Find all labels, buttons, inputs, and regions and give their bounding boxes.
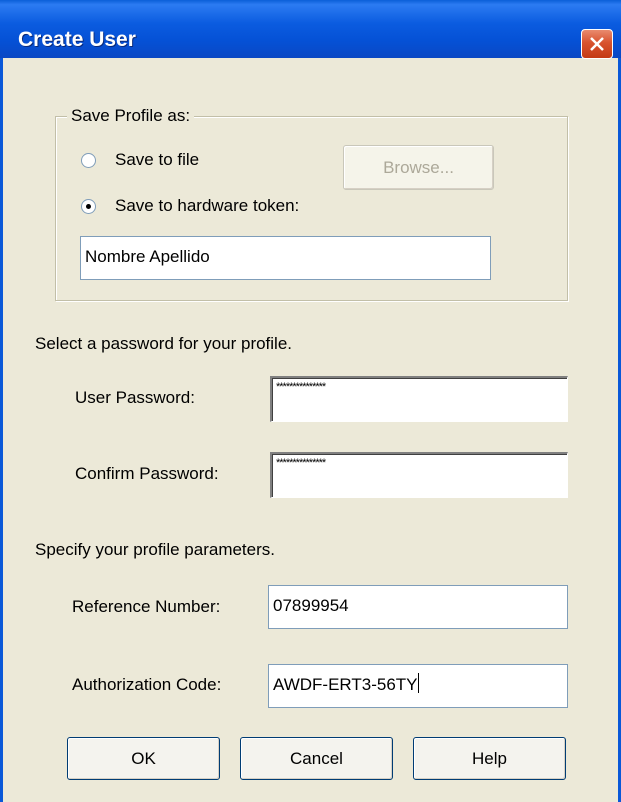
close-button[interactable] — [581, 29, 613, 59]
reference-number-label: Reference Number: — [72, 597, 221, 616]
user-password-label: User Password: — [75, 388, 195, 407]
title-bar: Create User — [0, 0, 621, 59]
password-section-heading: Select a password for your profile. — [35, 334, 293, 353]
profile-params-heading: Specify your profile parameters. — [35, 540, 275, 559]
text-caret — [417, 673, 419, 693]
save-profile-legend: Save Profile as: — [67, 106, 195, 126]
cancel-button[interactable]: Cancel — [240, 737, 393, 780]
save-to-token-radio[interactable] — [81, 199, 96, 214]
confirm-password-label: Confirm Password: — [75, 464, 219, 483]
user-password-input[interactable]: *************** — [270, 376, 568, 422]
close-icon — [590, 37, 604, 51]
help-button[interactable]: Help — [413, 737, 566, 780]
token-name-input[interactable]: Nombre Apellido — [80, 236, 491, 280]
window-title: Create User — [18, 28, 136, 51]
reference-number-input[interactable]: 07899954 — [268, 585, 568, 629]
window-border-left — [0, 58, 3, 802]
save-to-file-label[interactable]: Save to file — [115, 150, 199, 170]
save-to-file-radio[interactable] — [81, 153, 96, 168]
confirm-password-input[interactable]: *************** — [270, 452, 568, 498]
save-to-token-label[interactable]: Save to hardware token: — [115, 196, 299, 216]
browse-button[interactable]: Browse... — [343, 145, 494, 190]
authorization-code-input[interactable]: AWDF-ERT3-56TY — [268, 664, 568, 708]
authorization-code-value: AWDF-ERT3-56TY — [273, 675, 418, 694]
ok-button[interactable]: OK — [67, 737, 220, 780]
authorization-code-label: Authorization Code: — [72, 675, 222, 694]
